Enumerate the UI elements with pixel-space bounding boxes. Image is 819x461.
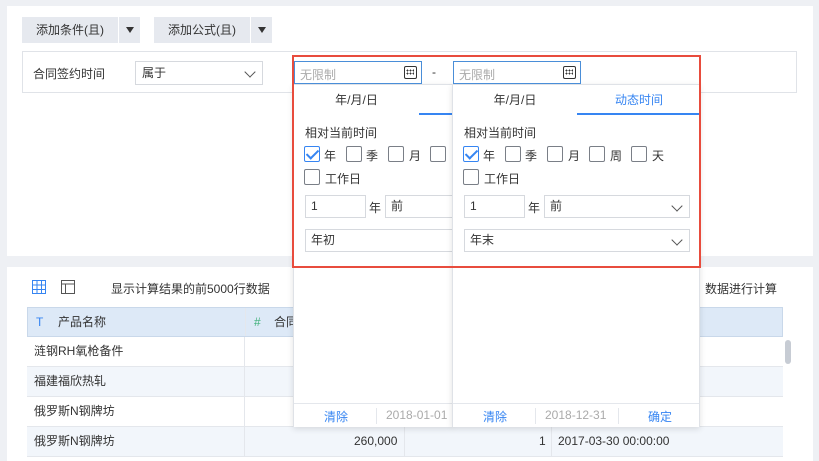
detail-view-icon[interactable] bbox=[61, 280, 75, 294]
operator-select[interactable]: 属于 bbox=[135, 61, 263, 85]
end-unit-week-checkbox[interactable] bbox=[589, 146, 605, 162]
end-unit-month-label: 月 bbox=[568, 149, 581, 163]
table-row: 俄罗斯N钢牌坊 260,000 1 2017-03-30 00:00:00 bbox=[27, 427, 783, 457]
start-date-input[interactable]: 无限制 bbox=[294, 61, 422, 84]
start-unit-month-checkbox[interactable] bbox=[388, 146, 404, 162]
start-picker-footer: 清除 2018-01-01 bbox=[294, 403, 452, 427]
start-offset-unit: 年 bbox=[369, 201, 382, 215]
condition-field-label: 合同签约时间 bbox=[33, 67, 106, 81]
end-preview-date: 2018-12-31 bbox=[545, 408, 607, 422]
start-workday-label: 工作日 bbox=[325, 172, 362, 186]
add-formula-label[interactable]: 添加公式(且) bbox=[154, 17, 250, 43]
end-unit-day-label: 天 bbox=[652, 149, 665, 163]
tab-start-ymd[interactable]: 年/月/日 bbox=[294, 85, 419, 115]
range-separator: - bbox=[432, 65, 436, 79]
end-confirm-button[interactable]: 确定 bbox=[648, 408, 672, 425]
calendar-icon[interactable] bbox=[563, 66, 576, 79]
end-date-picker: 年/月/日 动态时间 相对当前时间 年 季 月 周 天 工作日 1 年 前 年末… bbox=[452, 84, 700, 427]
start-unit-quarter-checkbox[interactable] bbox=[346, 146, 362, 162]
tab-end-dynamic[interactable]: 动态时间 bbox=[577, 85, 701, 115]
start-active-tab-indicator bbox=[419, 113, 454, 115]
end-active-tab-indicator bbox=[577, 113, 700, 115]
operator-value: 属于 bbox=[142, 66, 167, 80]
start-date-picker: 年/月/日 相对当前时间 年 季 月 工作日 1 年 前 年初 清除 2018-… bbox=[293, 84, 454, 427]
column-header-product[interactable]: 产品名称 bbox=[58, 308, 106, 336]
end-unit-year-checkbox[interactable] bbox=[463, 146, 479, 162]
end-date-placeholder: 无限制 bbox=[459, 68, 496, 82]
start-direction-value: 前 bbox=[391, 199, 404, 213]
number-type-icon: # bbox=[254, 315, 261, 329]
add-formula-button[interactable]: 添加公式(且) bbox=[154, 17, 272, 43]
start-relative-title: 相对当前时间 bbox=[305, 126, 378, 140]
chevron-down-icon bbox=[244, 66, 256, 78]
end-date-input[interactable]: 无限制 bbox=[453, 61, 581, 84]
grid-view-icon[interactable] bbox=[32, 280, 46, 294]
table-scrollbar[interactable] bbox=[785, 340, 791, 364]
start-unit-week-checkbox[interactable] bbox=[430, 146, 446, 162]
end-offset-unit: 年 bbox=[528, 201, 541, 215]
chevron-down-icon bbox=[671, 200, 683, 212]
start-offset-input[interactable]: 1 bbox=[305, 195, 366, 218]
add-condition-label[interactable]: 添加条件(且) bbox=[22, 17, 118, 43]
calendar-icon[interactable] bbox=[404, 66, 417, 79]
start-preview-date: 2018-01-01 bbox=[386, 408, 448, 422]
end-unit-week-label: 周 bbox=[610, 149, 623, 163]
end-offset-input[interactable]: 1 bbox=[464, 195, 525, 218]
chevron-down-icon bbox=[671, 234, 683, 246]
product-name-cell: 俄罗斯N钢牌坊 bbox=[34, 404, 115, 418]
amount-cell: 260,000 bbox=[354, 434, 398, 448]
product-name-cell: 涟钢RH氧枪备件 bbox=[34, 344, 124, 358]
start-unit-month-label: 月 bbox=[409, 149, 422, 163]
start-workday-checkbox[interactable] bbox=[304, 169, 320, 185]
end-picker-footer: 清除 2018-12-31 确定 bbox=[453, 403, 699, 427]
end-unit-quarter-checkbox[interactable] bbox=[505, 146, 521, 162]
product-name-cell: 俄罗斯N钢牌坊 bbox=[34, 434, 115, 448]
end-unit-year-label: 年 bbox=[483, 149, 496, 163]
end-workday-label: 工作日 bbox=[484, 172, 521, 186]
start-unit-quarter-label: 季 bbox=[366, 149, 379, 163]
product-name-cell: 福建福欣热轧 bbox=[34, 374, 107, 388]
caret-down-icon bbox=[257, 27, 266, 33]
calc-info-tail: 数据进行计算 bbox=[705, 282, 778, 296]
add-condition-button[interactable]: 添加条件(且) bbox=[22, 17, 140, 43]
end-relative-title: 相对当前时间 bbox=[464, 126, 537, 140]
end-boundary-value: 年末 bbox=[470, 233, 495, 247]
start-unit-year-checkbox[interactable] bbox=[304, 146, 320, 162]
end-boundary-select[interactable]: 年末 bbox=[464, 229, 690, 252]
start-clear-button[interactable]: 清除 bbox=[324, 408, 348, 425]
end-unit-quarter-label: 季 bbox=[525, 149, 538, 163]
end-unit-day-checkbox[interactable] bbox=[631, 146, 647, 162]
end-unit-month-checkbox[interactable] bbox=[547, 146, 563, 162]
start-date-placeholder: 无限制 bbox=[300, 68, 337, 82]
end-direction-value: 前 bbox=[550, 199, 563, 213]
text-type-icon: T bbox=[36, 315, 44, 329]
end-direction-select[interactable]: 前 bbox=[544, 195, 690, 218]
start-unit-year-label: 年 bbox=[324, 149, 337, 163]
tab-end-ymd[interactable]: 年/月/日 bbox=[453, 85, 577, 115]
end-clear-button[interactable]: 清除 bbox=[483, 408, 507, 425]
count-cell: 1 bbox=[539, 434, 546, 448]
add-condition-dropdown[interactable] bbox=[118, 17, 140, 43]
start-direction-select[interactable]: 前 bbox=[385, 195, 454, 218]
add-formula-dropdown[interactable] bbox=[250, 17, 272, 43]
date-cell: 2017-03-30 00:00:00 bbox=[558, 434, 670, 448]
caret-down-icon bbox=[125, 27, 134, 33]
start-boundary-select[interactable]: 年初 bbox=[305, 229, 454, 252]
end-workday-checkbox[interactable] bbox=[463, 169, 479, 185]
row-limit-info: 显示计算结果的前5000行数据 bbox=[111, 282, 270, 296]
start-boundary-value: 年初 bbox=[311, 233, 336, 247]
